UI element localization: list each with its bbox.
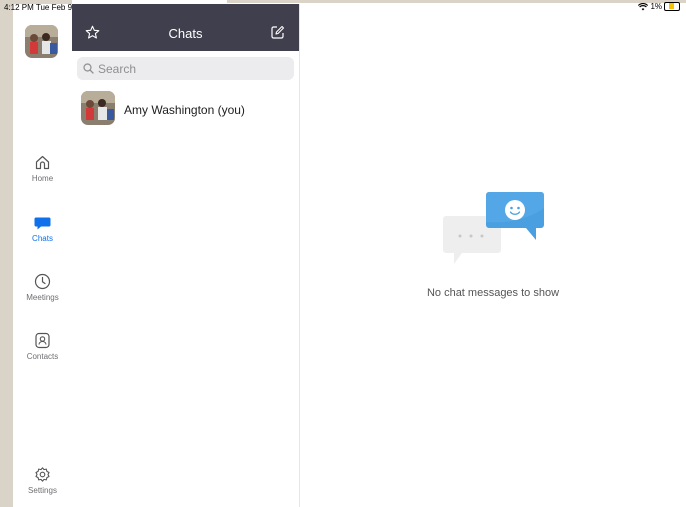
rail-item-label: Chats bbox=[32, 234, 53, 243]
search-placeholder: Search bbox=[98, 61, 137, 76]
status-indicators: 1% bbox=[638, 2, 680, 11]
battery-percent: 1% bbox=[650, 2, 662, 11]
rail-item-label: Home bbox=[31, 174, 54, 183]
wifi-icon bbox=[638, 2, 649, 10]
rail-item-chats[interactable]: Chats bbox=[13, 214, 72, 243]
search-icon bbox=[83, 63, 94, 74]
new-chat-button[interactable] bbox=[270, 25, 285, 45]
status-time: 4:12 PM Tue Feb 9 bbox=[4, 3, 73, 12]
avatar[interactable] bbox=[25, 25, 58, 58]
avatar bbox=[81, 91, 115, 125]
rail-item-home[interactable]: Home bbox=[13, 154, 72, 183]
chats-panel: Chats Search Amy Washington (you) bbox=[72, 4, 300, 507]
chat-name: Amy Washington (you) bbox=[124, 103, 245, 117]
search-input[interactable]: Search bbox=[77, 57, 294, 80]
rail-item-label: Settings bbox=[28, 486, 57, 495]
rail-item-label: Contacts bbox=[26, 352, 59, 361]
rail-item-contacts[interactable]: Contacts bbox=[13, 332, 72, 361]
list-item[interactable]: Amy Washington (you) bbox=[72, 89, 299, 129]
home-icon bbox=[35, 155, 50, 170]
rail-item-label: Meetings bbox=[26, 293, 59, 302]
contact-icon bbox=[35, 332, 50, 349]
empty-state-message: No chat messages to show bbox=[426, 287, 560, 299]
empty-state-illustration bbox=[440, 188, 548, 273]
rail-item-meetings[interactable]: Meetings bbox=[13, 273, 72, 302]
status-bar: 4:12 PM Tue Feb 9 1% bbox=[0, 0, 686, 14]
navigation-rail: Home Chats Meetings Contacts Settings bbox=[13, 4, 73, 507]
battery-icon bbox=[664, 2, 680, 11]
rail-item-settings[interactable]: Settings bbox=[13, 466, 72, 495]
clock-icon bbox=[34, 273, 51, 290]
gear-icon bbox=[35, 467, 50, 482]
chat-bubbles-icon bbox=[443, 192, 544, 264]
compose-icon bbox=[271, 25, 285, 39]
page-title: Chats bbox=[168, 26, 203, 41]
chat-bubble-icon bbox=[34, 217, 51, 230]
